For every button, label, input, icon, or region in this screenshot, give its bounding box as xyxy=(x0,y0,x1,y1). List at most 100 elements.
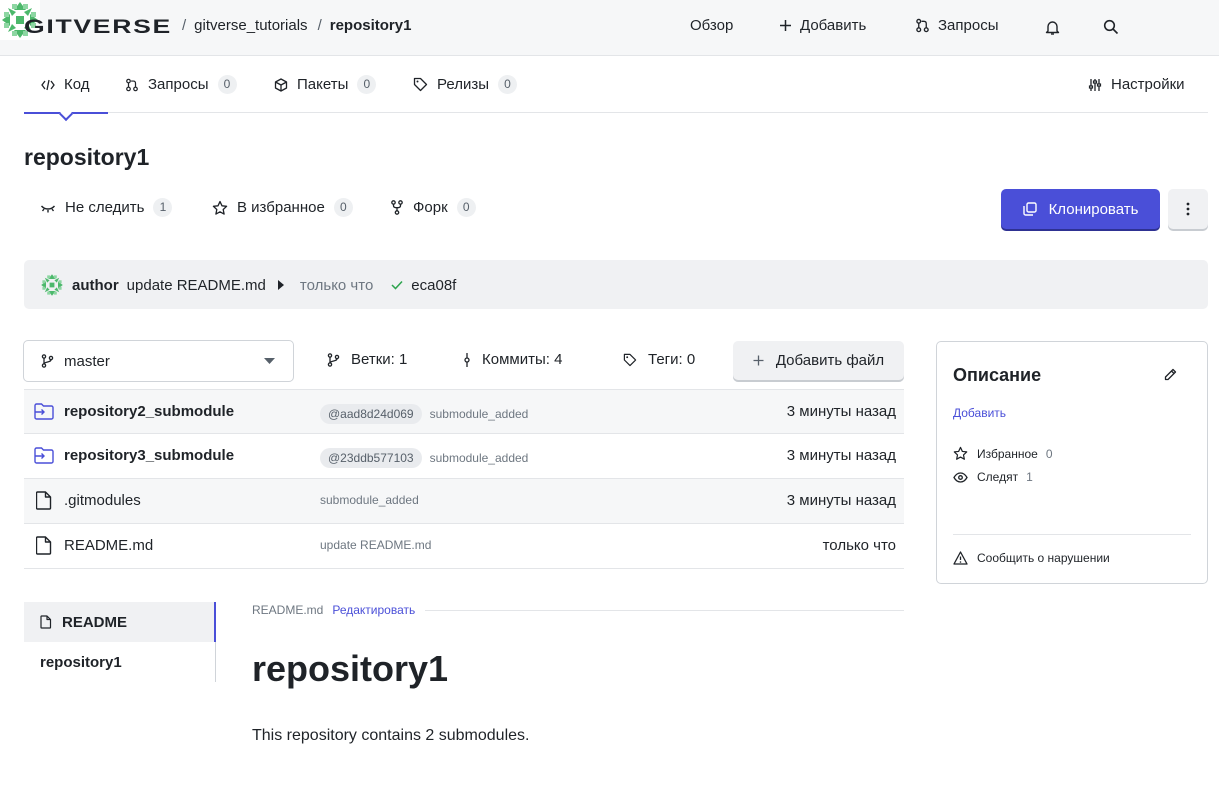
toc-readme-label: README xyxy=(62,613,128,631)
active-toc-indicator xyxy=(214,602,216,642)
file-icon xyxy=(40,615,62,629)
add-description-link[interactable]: Добавить xyxy=(953,406,1006,420)
last-commit-bar: author update README.md только что eca08… xyxy=(24,260,1208,309)
file-list: repository2_submodule @aad8d24d069 submo… xyxy=(24,389,904,569)
branches-link[interactable]: Ветки: 1 xyxy=(327,351,407,368)
star-button[interactable]: В избранное 0 xyxy=(212,198,353,217)
page-title: repository1 xyxy=(24,144,150,170)
fork-count: 0 xyxy=(456,198,476,217)
watchers-label: Следят xyxy=(977,470,1019,484)
breadcrumb-separator: / xyxy=(317,17,322,34)
expand-caret-icon[interactable] xyxy=(277,280,284,290)
table-row[interactable]: README.md update README.md только что xyxy=(24,524,904,569)
star-icon xyxy=(212,200,237,216)
report-label: Сообщить о нарушении xyxy=(977,551,1110,565)
toc-item-heading[interactable]: repository1 xyxy=(40,654,122,671)
tab-settings-label: Настройки xyxy=(1111,76,1185,93)
tab-releases-label: Релизы xyxy=(437,76,489,93)
star-label: В избранное xyxy=(237,199,325,216)
nav-add-label: Добавить xyxy=(800,17,867,34)
fork-label: Форк xyxy=(413,199,448,216)
top-bar: GITVERSE / gitverse_tutorials / reposito… xyxy=(0,0,1219,56)
fork-icon xyxy=(390,200,413,215)
branch-select[interactable]: master xyxy=(23,340,294,382)
file-name[interactable]: repository3_submodule xyxy=(64,447,234,464)
readme-filename: README.md xyxy=(252,603,324,617)
active-tab-notch xyxy=(58,106,74,122)
tab-releases-count: 0 xyxy=(497,75,517,94)
search-icon[interactable] xyxy=(1103,19,1119,35)
author-avatar[interactable] xyxy=(40,273,64,297)
tag-icon xyxy=(623,353,648,367)
add-file-button[interactable]: Добавить файл xyxy=(733,341,904,380)
commit-message[interactable]: submodule_added xyxy=(430,407,529,421)
watchers-stat[interactable]: Следят 1 xyxy=(953,470,1033,484)
fork-button[interactable]: Форк 0 xyxy=(390,198,476,217)
tab-code[interactable]: Код xyxy=(24,56,108,122)
toc-item-readme[interactable]: README xyxy=(24,602,215,642)
logo-text: GITVERSE xyxy=(24,18,172,36)
current-branch: master xyxy=(64,352,110,370)
commit-message[interactable]: update README.md xyxy=(320,538,431,552)
tab-code-label: Код xyxy=(64,76,90,93)
about-panel: Описание Добавить Избранное 0 Следят 1 С… xyxy=(936,341,1208,584)
commit-time: только что xyxy=(299,276,374,294)
tags-count: Теги: 0 xyxy=(648,351,696,368)
file-name[interactable]: README.md xyxy=(64,537,153,554)
code-icon xyxy=(41,79,64,91)
readme-heading: repository1 xyxy=(252,648,449,689)
package-icon xyxy=(274,77,297,92)
commit-message[interactable]: update README.md xyxy=(127,277,266,294)
kebab-menu-icon xyxy=(1186,202,1190,216)
favorites-label: Избранное xyxy=(977,446,1038,461)
submodule-folder-icon xyxy=(34,402,54,421)
bell-icon[interactable] xyxy=(1045,19,1060,36)
commit-message[interactable]: submodule_added xyxy=(430,451,529,465)
eye-closed-icon xyxy=(40,202,65,214)
table-row[interactable]: .gitmodules submodule_added 3 минуты наз… xyxy=(24,479,904,524)
plus-icon xyxy=(753,355,776,366)
commits-link[interactable]: Коммиты: 4 xyxy=(463,351,562,368)
submodule-hash[interactable]: @23ddb577103 xyxy=(320,448,422,468)
breadcrumb-repo[interactable]: repository1 xyxy=(330,17,412,34)
commit-message[interactable]: submodule_added xyxy=(320,493,419,507)
pencil-icon[interactable] xyxy=(1164,368,1177,381)
nav-add[interactable]: Добавить xyxy=(779,17,866,34)
tab-requests[interactable]: Запросы 0 xyxy=(125,56,237,113)
report-abuse-link[interactable]: Сообщить о нарушении xyxy=(953,551,1110,565)
branches-count: Ветки: 1 xyxy=(351,351,408,368)
unwatch-button[interactable]: Не следить 1 xyxy=(40,198,173,217)
file-date: только что xyxy=(822,537,896,554)
favorites-count: 0 xyxy=(1045,446,1053,461)
breadcrumb-separator: / xyxy=(182,17,187,34)
commit-hash[interactable]: eca08f xyxy=(411,277,456,294)
readme-header: README.md Редактировать xyxy=(252,603,904,617)
commit-author[interactable]: author xyxy=(72,277,119,294)
about-title: Описание xyxy=(953,365,1042,385)
favorites-stat[interactable]: Избранное 0 xyxy=(953,446,1053,461)
gitverse-logo[interactable]: GITVERSE xyxy=(24,18,172,36)
edit-readme-link[interactable]: Редактировать xyxy=(332,603,415,617)
file-name[interactable]: .gitmodules xyxy=(64,492,141,509)
table-row[interactable]: repository2_submodule @aad8d24d069 submo… xyxy=(24,389,904,434)
plus-icon xyxy=(779,19,800,32)
tab-settings[interactable]: Настройки xyxy=(1088,56,1185,113)
copy-icon xyxy=(1022,202,1049,216)
table-row[interactable]: repository3_submodule @23ddb577103 submo… xyxy=(24,434,904,479)
submodule-hash[interactable]: @aad8d24d069 xyxy=(320,404,422,424)
clone-button[interactable]: Клонировать xyxy=(1001,189,1160,229)
breadcrumb-owner[interactable]: gitverse_tutorials xyxy=(194,17,307,34)
nav-requests[interactable]: Запросы xyxy=(915,17,999,34)
warning-icon xyxy=(953,551,977,565)
nav-overview-label: Обзор xyxy=(690,17,734,34)
tag-icon xyxy=(413,77,437,92)
breadcrumb: / gitverse_tutorials / repository1 xyxy=(180,17,411,34)
more-options-button[interactable] xyxy=(1168,189,1208,229)
tab-packages[interactable]: Пакеты 0 xyxy=(274,56,377,113)
tab-releases[interactable]: Релизы 0 xyxy=(413,56,517,113)
nav-overview[interactable]: Обзор xyxy=(690,17,733,34)
tags-link[interactable]: Теги: 0 xyxy=(623,351,695,368)
file-name[interactable]: repository2_submodule xyxy=(64,403,234,420)
tab-packages-label: Пакеты xyxy=(297,76,349,93)
branch-icon xyxy=(41,354,64,368)
